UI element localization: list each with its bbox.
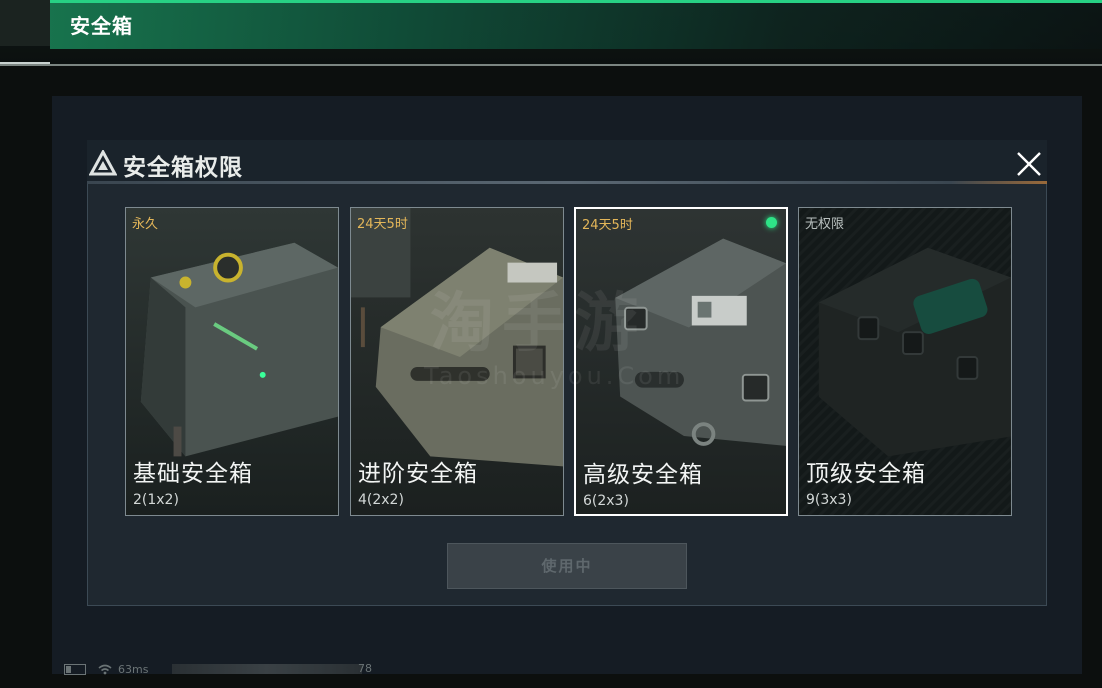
top-header: 安全箱 bbox=[0, 0, 1102, 64]
close-icon[interactable] bbox=[1012, 148, 1046, 180]
in-use-button[interactable]: 使用中 bbox=[447, 543, 687, 589]
safebox-capacity: 6(2x3) bbox=[583, 493, 629, 509]
safebox-capacity: 4(2x2) bbox=[358, 492, 404, 508]
header-divider bbox=[0, 64, 1102, 66]
safebox-capacity: 2(1x2) bbox=[133, 492, 179, 508]
page-title: 安全箱 bbox=[70, 14, 133, 38]
safebox-name: 高级安全箱 bbox=[583, 462, 703, 488]
battery-icon bbox=[64, 663, 86, 675]
active-indicator-icon bbox=[766, 217, 777, 228]
safebox-name: 基础安全箱 bbox=[133, 461, 253, 487]
safebox-name: 进阶安全箱 bbox=[358, 461, 478, 487]
ping-value: 63ms bbox=[118, 662, 149, 676]
permission-badge: 24天5时 bbox=[582, 218, 633, 233]
safebox-card-basic[interactable]: 永久 基础安全箱 2(1x2) bbox=[125, 207, 339, 516]
permission-badge: 无权限 bbox=[805, 217, 845, 232]
permission-badge: 24天5时 bbox=[357, 217, 408, 232]
dialog-title: 安全箱权限 bbox=[123, 155, 243, 181]
safebox-card-top[interactable]: 无权限 顶级安全箱 9(3x3) bbox=[798, 207, 1012, 516]
safebox-capacity: 9(3x3) bbox=[806, 492, 852, 508]
permission-badge: 永久 bbox=[132, 217, 159, 232]
status-number: 78 bbox=[358, 662, 372, 675]
warning-triangle-icon bbox=[89, 150, 117, 176]
header-tab-bar bbox=[50, 0, 1102, 49]
wifi-icon bbox=[98, 664, 112, 674]
status-progress-track bbox=[172, 664, 362, 674]
safebox-card-premium[interactable]: 24天5时 高级安全箱 6(2x3) bbox=[574, 207, 788, 516]
status-bar: 63ms bbox=[64, 661, 148, 677]
header-back-area[interactable] bbox=[0, 0, 50, 46]
safebox-card-advanced[interactable]: 24天5时 进阶安全箱 4(2x2) bbox=[350, 207, 564, 516]
safebox-name: 顶级安全箱 bbox=[806, 461, 926, 487]
